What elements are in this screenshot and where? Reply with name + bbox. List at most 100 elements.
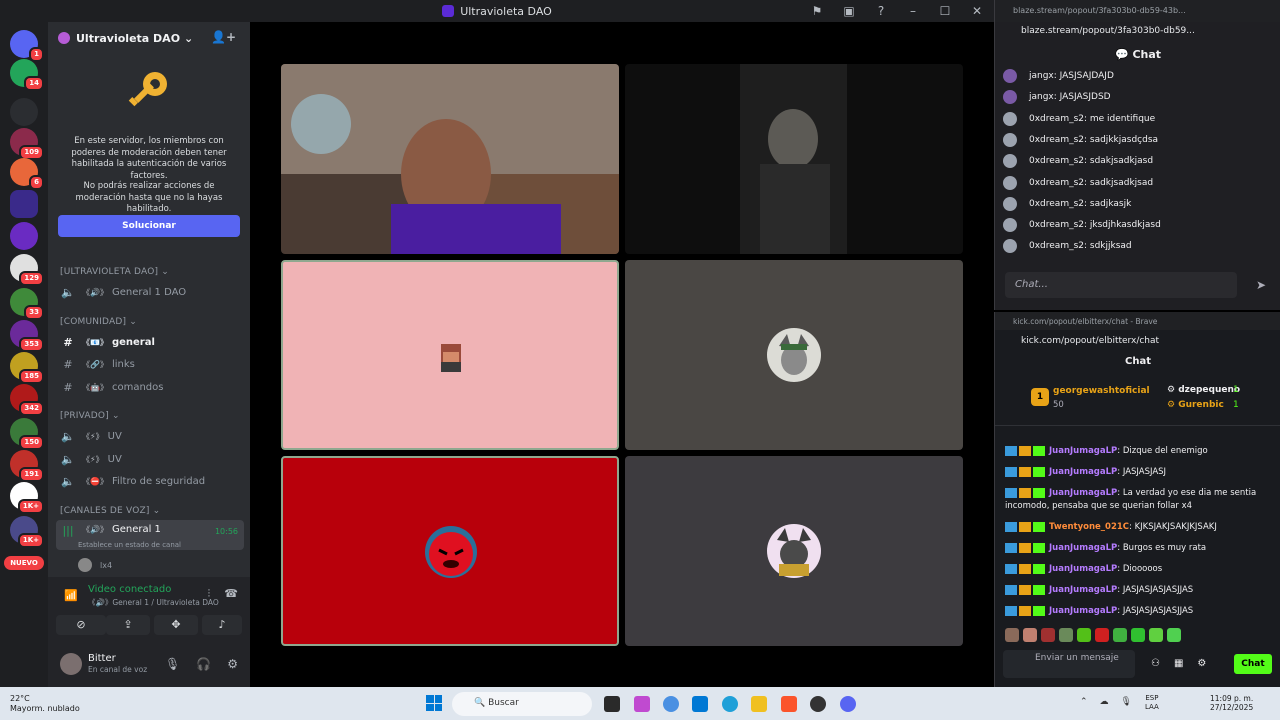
edge-icon[interactable] xyxy=(722,696,738,712)
channel-filtro-seguridad[interactable]: 🔈 《⛔》 Filtro de seguridad xyxy=(56,471,244,491)
chat-message[interactable]: jangx: JASJASJDSD xyxy=(1003,87,1111,107)
taskbar-search[interactable]: 🔍 Buscar xyxy=(452,692,592,716)
chat-input[interactable]: Chat... xyxy=(1005,272,1237,298)
chat-username[interactable]: JuanJumagaLP xyxy=(1049,564,1117,574)
emote-icon[interactable] xyxy=(1059,628,1073,642)
channel-uv-1[interactable]: 🔈 《⚡》 UV xyxy=(56,426,244,446)
emote-icon[interactable] xyxy=(1131,628,1145,642)
channel-links[interactable]: # 《🔗》 links xyxy=(56,354,244,374)
video-tile-wolf-avatar[interactable] xyxy=(625,260,963,450)
screen-icon[interactable]: ▣ xyxy=(840,4,858,18)
server-icon-server-g[interactable]: 353 xyxy=(10,320,44,352)
store-icon[interactable]: ▦ xyxy=(1174,658,1183,669)
task-view-icon[interactable] xyxy=(604,696,620,712)
server-icon-server-f[interactable]: 33 xyxy=(10,288,44,320)
invite-icon[interactable]: 👤+ xyxy=(211,30,236,44)
chat-message[interactable]: jangx: JASJSAJDAJD xyxy=(1003,66,1114,86)
microphone-icon[interactable]: 🎙 xyxy=(165,657,180,671)
emote-icon[interactable] xyxy=(1113,628,1127,642)
voice-member[interactable]: lx4 xyxy=(78,558,112,572)
chat-message[interactable]: JuanJumagaLP: Dizque del enemigo xyxy=(1005,445,1275,458)
voice-channel-status[interactable]: Establece un estado de canal xyxy=(78,541,181,549)
fix-mfa-button[interactable]: Solucionar xyxy=(58,215,240,237)
signal-icon[interactable]: 📶 xyxy=(64,589,78,602)
category-canales-voz[interactable]: [CANALES DE VOZ] ⌄ xyxy=(60,506,160,516)
emote-icon[interactable] xyxy=(1041,628,1055,642)
chat-message[interactable]: JuanJumagaLP: Burgos es muy rata xyxy=(1005,542,1275,555)
server-icon-server-m[interactable]: 1K+ xyxy=(10,516,44,548)
server-icon-server-b[interactable]: 109 xyxy=(10,128,44,160)
category-comunidad[interactable]: [COMUNIDAD] ⌄ xyxy=(60,317,137,327)
video-tile-red-avatar[interactable] xyxy=(281,456,619,646)
chat-message[interactable]: Twentyone_021C: KJKSJAKJSAKJKJSAKJ xyxy=(1005,521,1275,534)
gifter-2-name[interactable]: ⚙ dzepequeno xyxy=(1167,385,1240,395)
server-icon-server-h[interactable]: 185 xyxy=(10,352,44,384)
noise-suppression-icon[interactable]: ⫶ xyxy=(208,587,211,601)
send-chat-button[interactable]: Chat xyxy=(1234,654,1272,674)
chat-username[interactable]: JuanJumagaLP xyxy=(1049,585,1117,595)
chat-message[interactable]: JuanJumagaLP: JASJASJASJASJJAS xyxy=(1005,605,1275,618)
taskbar-clock[interactable]: 11:09 p. m. 27/12/2025 xyxy=(1210,694,1253,712)
user-avatar[interactable] xyxy=(60,653,82,675)
soundboard-button[interactable]: ♪ xyxy=(202,615,242,635)
copilot-icon[interactable] xyxy=(663,696,679,712)
maximize-icon[interactable]: ☐ xyxy=(936,4,954,18)
chevron-up-icon[interactable]: ⌃ xyxy=(1080,697,1088,707)
activities-button[interactable]: ✥ xyxy=(154,615,198,635)
voice-status-title[interactable]: Video conectado xyxy=(88,584,171,595)
server-icon-server-a[interactable]: 14 xyxy=(10,59,44,91)
channel-comandos[interactable]: # 《🤖》 comandos xyxy=(56,377,244,397)
server-icon-server-i[interactable]: 342 xyxy=(10,384,44,416)
chat-username[interactable]: Twentyone_021C xyxy=(1049,522,1129,532)
chat-message[interactable]: JuanJumagaLP: La verdad yo ese dia me se… xyxy=(1005,487,1275,513)
chat-message[interactable]: 0xdream_s2: sadjkasjk xyxy=(1003,194,1131,214)
chat-input[interactable]: Enviar un mensaje xyxy=(1003,650,1135,678)
disconnect-icon[interactable]: ☎ xyxy=(224,587,238,601)
settings-gear-icon[interactable]: ⚙ xyxy=(1197,658,1206,669)
chat-message[interactable]: 0xdream_s2: sdakjsadkjasd xyxy=(1003,151,1153,171)
file-explorer-icon[interactable] xyxy=(751,696,767,712)
server-icon-server-c[interactable]: 6 xyxy=(10,158,44,190)
new-badge[interactable]: NUEVO xyxy=(4,556,44,570)
chat-message[interactable]: 0xdream_s2: jksdjhkasdkjasd xyxy=(1003,215,1161,235)
headphones-icon[interactable]: 🎧 xyxy=(196,657,211,671)
server-icon-server-e[interactable]: 129 xyxy=(10,254,44,286)
chat-message[interactable]: 0xdream_s2: me identifique xyxy=(1003,109,1155,129)
send-icon[interactable]: ➤ xyxy=(1256,278,1266,292)
browser-tab[interactable]: blaze.stream/popout/3fa303b0-db59-43b... xyxy=(995,0,1280,22)
weather-widget[interactable]: 22°C Mayorm. nublado xyxy=(10,694,80,714)
chat-username[interactable]: JuanJumagaLP xyxy=(1049,606,1117,616)
chat-message[interactable]: 0xdream_s2: sadkjsadkjsad xyxy=(1003,173,1153,193)
video-tile-webcam[interactable] xyxy=(281,64,619,254)
video-tile-cat-avatar[interactable] xyxy=(625,456,963,646)
chat-username[interactable]: JuanJumagaLP xyxy=(1049,543,1117,553)
settings-gear-icon[interactable]: ⚙ xyxy=(227,657,238,671)
users-icon[interactable]: ⚇ xyxy=(1151,658,1160,669)
emote-icon[interactable] xyxy=(1077,628,1091,642)
video-tile-dark-webcam[interactable] xyxy=(625,64,963,254)
chat-message[interactable]: JuanJumagaLP: JASJASJASJ xyxy=(1005,466,1275,479)
snipping-icon[interactable] xyxy=(634,696,650,712)
brave-icon[interactable] xyxy=(781,696,797,712)
address-bar[interactable]: kick.com/popout/elbitterx/chat xyxy=(995,332,1280,352)
top-gifter-name[interactable]: georgewashtoficial xyxy=(1053,386,1150,396)
emote-bar[interactable] xyxy=(1005,628,1181,642)
server-icon-server-d[interactable] xyxy=(10,222,38,250)
inbox-icon[interactable]: ⚑ xyxy=(808,4,826,18)
chat-message[interactable]: JuanJumagaLP: JASJASJASJASJJAS xyxy=(1005,584,1275,597)
channel-general[interactable]: # 《📧》 general xyxy=(56,332,244,352)
minimize-icon[interactable]: – xyxy=(904,4,922,18)
emote-icon[interactable] xyxy=(1167,628,1181,642)
server-icon-server-j[interactable]: 150 xyxy=(10,418,44,450)
server-icon-discord-home[interactable]: 1 xyxy=(10,30,44,62)
camera-off-button[interactable]: ⊘ xyxy=(56,615,106,635)
discord-icon[interactable] xyxy=(840,696,856,712)
gifter-3-name[interactable]: ⚙ Gurenbic xyxy=(1167,400,1224,410)
close-icon[interactable]: ✕ xyxy=(968,4,986,18)
category-privado[interactable]: [PRIVADO] ⌄ xyxy=(60,411,120,421)
address-bar[interactable]: blaze.stream/popout/3fa303b0-db59... xyxy=(995,22,1280,42)
emote-icon[interactable] xyxy=(1005,628,1019,642)
mic-tray-icon[interactable]: 🎙 xyxy=(1121,697,1132,707)
help-icon[interactable]: ? xyxy=(872,4,890,18)
obs-icon[interactable] xyxy=(810,696,826,712)
